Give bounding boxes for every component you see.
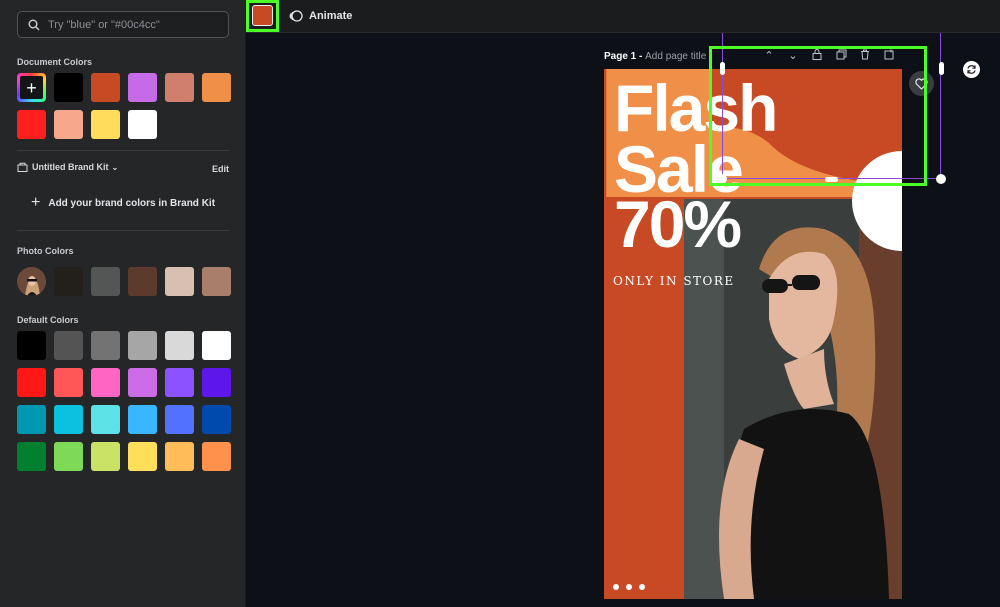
document-color-swatch[interactable]	[128, 110, 157, 139]
document-color-swatch[interactable]	[202, 73, 231, 102]
page-tools: ⌃ ⌄	[762, 49, 896, 63]
document-color-swatch[interactable]	[128, 73, 157, 102]
default-color-swatch[interactable]	[165, 442, 194, 471]
photo-colors-title: Photo Colors	[17, 246, 74, 256]
document-color-swatch[interactable]	[17, 110, 46, 139]
page-label: Page 1 - Add page title	[604, 51, 706, 62]
default-color-swatch[interactable]	[202, 368, 231, 397]
search-input[interactable]	[48, 18, 218, 31]
default-colors-title: Default Colors	[17, 315, 79, 325]
add-brand-colors-label: Add your brand colors in Brand Kit	[48, 197, 216, 209]
default-color-swatch[interactable]	[54, 405, 83, 434]
refresh-icon	[967, 65, 976, 74]
document-color-swatch[interactable]	[91, 73, 120, 102]
search-icon	[28, 19, 40, 30]
default-color-swatch[interactable]	[165, 331, 194, 360]
document-colors-title: Document Colors	[17, 57, 93, 67]
document-color-swatch[interactable]	[54, 73, 83, 102]
heart-button[interactable]	[909, 71, 934, 96]
animate-button[interactable]: Animate	[289, 9, 352, 23]
default-color-swatch[interactable]	[54, 442, 83, 471]
headline-percent[interactable]: 70%	[614, 191, 742, 257]
plus-icon: +	[31, 194, 41, 211]
default-color-swatch[interactable]	[17, 331, 46, 360]
add-brand-colors-button[interactable]: + Add your brand colors in Brand Kit	[31, 195, 215, 211]
page-title-input[interactable]: Add page title	[645, 51, 706, 62]
photo-color-swatch[interactable]	[91, 267, 120, 296]
add-color-button[interactable]: +	[17, 73, 46, 102]
divider	[17, 150, 229, 151]
default-color-swatch[interactable]	[128, 442, 157, 471]
document-color-swatch[interactable]	[91, 110, 120, 139]
decorative-dots	[613, 584, 645, 590]
default-color-swatch[interactable]	[17, 405, 46, 434]
chevron-down-icon: ⌄	[111, 162, 119, 172]
animate-icon	[289, 10, 303, 22]
toolbar: Animate	[246, 0, 1000, 33]
photo-color-swatch[interactable]	[202, 267, 231, 296]
lock-icon[interactable]	[810, 49, 824, 63]
default-color-swatch[interactable]	[202, 442, 231, 471]
resize-handle[interactable]	[720, 62, 725, 75]
photo-color-swatch[interactable]	[128, 267, 157, 296]
default-color-swatch[interactable]	[202, 331, 231, 360]
heart-icon	[915, 77, 928, 90]
corner-handle[interactable]	[936, 174, 946, 184]
duplicate-icon[interactable]	[834, 49, 848, 63]
color-search[interactable]	[17, 11, 229, 38]
document-color-swatch[interactable]	[165, 73, 194, 102]
trash-icon[interactable]	[858, 49, 872, 63]
page-number: Page 1 -	[604, 51, 643, 62]
default-color-swatch[interactable]	[128, 331, 157, 360]
dot	[639, 584, 645, 590]
brand-kit-selector[interactable]: Untitled Brand Kit ⌄	[17, 162, 118, 172]
plus-icon: +	[20, 76, 43, 99]
default-color-swatch[interactable]	[91, 405, 120, 434]
resize-handle[interactable]	[939, 62, 944, 75]
tagline[interactable]: ONLY IN STORE	[613, 274, 735, 288]
photo-thumbnail-image	[17, 267, 46, 296]
design-canvas[interactable]: Flash Sale 70% ONLY IN STORE	[604, 69, 902, 599]
divider	[17, 230, 229, 231]
default-color-swatch[interactable]	[128, 405, 157, 434]
default-color-swatch[interactable]	[165, 405, 194, 434]
default-color-swatch[interactable]	[17, 368, 46, 397]
default-color-swatch[interactable]	[54, 368, 83, 397]
photo-thumbnail[interactable]	[17, 267, 46, 296]
default-color-swatch[interactable]	[91, 368, 120, 397]
text-color-button[interactable]	[252, 5, 273, 26]
brand-kit-icon	[17, 162, 28, 172]
default-color-swatch[interactable]	[91, 442, 120, 471]
chevron-up-icon[interactable]: ⌃	[762, 49, 776, 63]
color-panel: Document Colors + Untitled Brand Kit ⌄ E…	[0, 0, 246, 607]
brand-kit-edit-button[interactable]: Edit	[212, 164, 229, 174]
dot	[626, 584, 632, 590]
default-color-swatch[interactable]	[128, 368, 157, 397]
default-color-swatch[interactable]	[202, 405, 231, 434]
photo-color-swatch[interactable]	[165, 267, 194, 296]
default-color-swatch[interactable]	[165, 368, 194, 397]
photo-color-swatch[interactable]	[54, 267, 83, 296]
resize-handle[interactable]	[825, 177, 838, 182]
default-color-swatch[interactable]	[91, 331, 120, 360]
chevron-down-icon[interactable]: ⌄	[786, 49, 800, 63]
document-color-swatch[interactable]	[54, 110, 83, 139]
default-color-swatch[interactable]	[17, 442, 46, 471]
dot	[613, 584, 619, 590]
animate-label: Animate	[309, 10, 353, 22]
corner-handle[interactable]	[717, 174, 727, 184]
brand-kit-name: Untitled Brand Kit	[32, 162, 109, 172]
refresh-button[interactable]	[963, 61, 980, 78]
add-page-icon[interactable]	[882, 49, 896, 63]
default-color-swatch[interactable]	[54, 331, 83, 360]
